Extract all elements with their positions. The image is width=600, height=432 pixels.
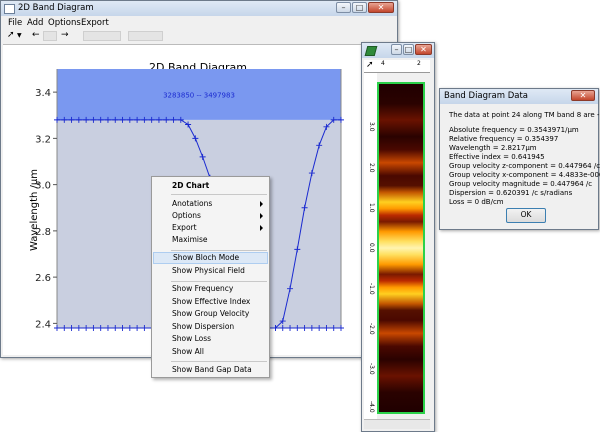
- menu-item-anotations[interactable]: Anotations: [153, 198, 268, 210]
- dialog-title: Band Diagram Data: [444, 91, 529, 101]
- menu-item-show-band-gap-data[interactable]: Show Band Gap Data: [153, 364, 268, 376]
- dialog-heading: The data at point 24 along TM band 8 are…: [449, 111, 600, 119]
- x-tick-label: 2: [417, 60, 421, 67]
- x-tick-label: 4: [381, 60, 385, 67]
- menu-item-options[interactable]: Options: [153, 210, 268, 222]
- ok-button[interactable]: OK: [506, 208, 546, 223]
- y-tick-label: -4.0: [368, 401, 375, 413]
- back-arrow-icon[interactable]: ←: [32, 30, 40, 41]
- data-line-group-velocity-magnitude: Group velocity magnitude = 0.447964 /c: [449, 180, 593, 188]
- y-tick-label: -2.0: [368, 323, 375, 335]
- y-tick-label: 2.8: [35, 227, 51, 238]
- menubar: File Add Options Export: [1, 17, 397, 29]
- data-line-loss: Loss = 0 dB/cm: [449, 198, 504, 206]
- y-tick-label: 3.0: [368, 122, 375, 132]
- submenu-arrow-icon: [260, 213, 263, 219]
- menu-item-show-all[interactable]: Show All: [153, 346, 268, 358]
- band-gap-label: 3283850 -- 3497983: [163, 91, 235, 99]
- data-line-effective-index: Effective index = 0.641945: [449, 153, 545, 161]
- menu-item-show-group-velocity[interactable]: Show Group Velocity: [153, 308, 268, 320]
- menu-item-maximise[interactable]: Maximise: [153, 234, 268, 246]
- maximize-icon[interactable]: □: [352, 2, 367, 13]
- y-tick-label: -3.0: [368, 363, 375, 375]
- data-line-absolute-frequency: Absolute frequency = 0.3543971/µm: [449, 126, 579, 134]
- menu-separator: [171, 361, 267, 362]
- data-line-group-velocity-z: Group velocity z-component = 0.447964 /c: [449, 162, 600, 170]
- menu-item-show-loss[interactable]: Show Loss: [153, 333, 268, 345]
- context-menu: 2D Chart Anotations Options Export Maxim…: [151, 176, 270, 378]
- y-tick-label: 1.0: [368, 203, 375, 213]
- menu-item-show-physical-field[interactable]: Show Physical Field: [153, 265, 268, 277]
- menu-separator: [171, 250, 267, 251]
- tool-dropdown-icon[interactable]: ▼: [17, 30, 22, 41]
- y-tick-label: 2.4: [35, 319, 51, 330]
- field-toolbar: ➚ 4 2: [364, 60, 430, 73]
- data-line-wavelength: Wavelength = 2.8217µm: [449, 144, 537, 152]
- submenu-arrow-icon: [260, 225, 263, 231]
- pointer-tool-icon[interactable]: ➚: [7, 30, 15, 41]
- band-data-dialog: Band Diagram Data ✕ The data at point 24…: [439, 88, 600, 230]
- y-tick-label: 2.0: [368, 163, 375, 173]
- data-line-group-velocity-x: Group velocity x-component = 4.4833e-006…: [449, 171, 600, 179]
- y-tick-label: 3.2: [35, 134, 51, 145]
- field-app-icon: [364, 46, 378, 56]
- data-line-dispersion: Dispersion = 0.620391 /c s/radians: [449, 189, 573, 197]
- menu-options[interactable]: Options: [48, 18, 81, 28]
- submenu-arrow-icon: [260, 201, 263, 207]
- close-icon[interactable]: ✕: [571, 90, 595, 101]
- menu-item-show-dispersion[interactable]: Show Dispersion: [153, 321, 268, 333]
- dialog-titlebar[interactable]: Band Diagram Data ✕: [440, 89, 598, 104]
- y-tick-label: 2.6: [35, 273, 51, 284]
- main-titlebar[interactable]: 2D Band Diagram – □ ✕: [1, 1, 397, 16]
- data-line-relative-frequency: Relative frequency = 0.354397: [449, 135, 559, 143]
- menu-add[interactable]: Add: [27, 18, 43, 28]
- menu-item-export[interactable]: Export: [153, 222, 268, 234]
- minimize-icon[interactable]: –: [391, 44, 402, 55]
- field-window: – □ ✕ ➚ 4 2 3.0 2.0 1.0 0.0 -1.0 -2.0 -3…: [361, 42, 435, 432]
- menu-item-label: Export: [172, 223, 197, 232]
- menu-item-show-frequency[interactable]: Show Frequency: [153, 283, 268, 295]
- forward-arrow-icon[interactable]: →: [61, 30, 69, 41]
- menu-item-show-effective-index[interactable]: Show Effective Index: [153, 296, 268, 308]
- pointer-tool-icon[interactable]: ➚: [366, 60, 374, 70]
- field-plot[interactable]: [377, 82, 425, 414]
- field-scrollbar[interactable]: [364, 419, 430, 429]
- main-window-title: 2D Band Diagram: [18, 3, 94, 13]
- minimize-icon[interactable]: –: [336, 2, 351, 13]
- y-tick-label: 0.0: [368, 243, 375, 253]
- toolbar: ➚ ▼ ← →: [1, 29, 397, 43]
- y-tick-label: 3.4: [35, 88, 51, 99]
- menu-separator: [171, 281, 267, 282]
- menu-header-2d-chart: 2D Chart: [172, 181, 210, 190]
- field-titlebar[interactable]: – □ ✕: [362, 43, 434, 58]
- menu-file[interactable]: File: [8, 18, 22, 28]
- menu-item-label: Options: [172, 211, 201, 220]
- y-tick-label: 3.0: [35, 181, 51, 192]
- menu-item-show-bloch-mode[interactable]: Show Bloch Mode: [153, 252, 268, 264]
- menu-item-label: Anotations: [172, 199, 213, 208]
- close-icon[interactable]: ✕: [368, 2, 394, 13]
- toolbar-field-1[interactable]: [43, 31, 57, 41]
- toolbar-field-3[interactable]: [128, 31, 163, 41]
- menu-export[interactable]: Export: [81, 18, 109, 28]
- app-icon: [4, 4, 15, 14]
- menu-separator: [171, 194, 267, 195]
- close-icon[interactable]: ✕: [415, 44, 432, 55]
- maximize-icon[interactable]: □: [403, 44, 414, 55]
- y-tick-label: -1.0: [368, 283, 375, 295]
- toolbar-field-2[interactable]: [83, 31, 121, 41]
